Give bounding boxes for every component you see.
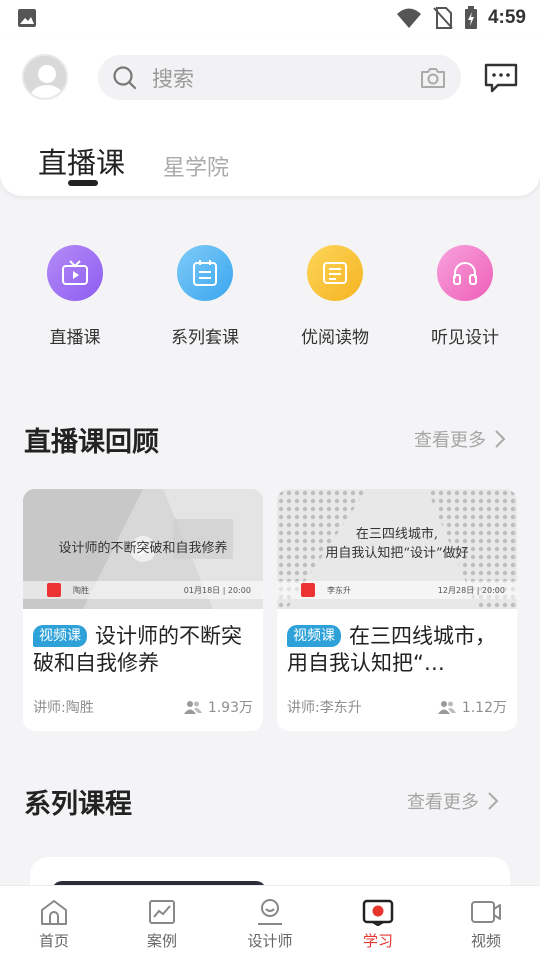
course-meta: 讲师:李东升 1.12万 xyxy=(287,697,507,717)
book-icon xyxy=(307,245,363,301)
series-more-link[interactable]: 查看更多 xyxy=(407,788,499,814)
more-label: 查看更多 xyxy=(414,430,486,451)
course-views: 1.93万 xyxy=(183,697,253,717)
video-course-badge: 视频课 xyxy=(33,625,87,647)
wifi-icon xyxy=(396,8,421,28)
quick-entry-label: 直播课 xyxy=(49,328,101,348)
video-icon xyxy=(471,901,501,923)
section-title-series: 系列课程 xyxy=(24,789,132,820)
message-icon[interactable] xyxy=(484,63,518,93)
course-views: 1.12万 xyxy=(437,697,507,717)
brand-logo-icon xyxy=(301,583,315,597)
course-view-count: 1.12万 xyxy=(461,700,507,716)
nav-item-cases[interactable]: 案例 xyxy=(108,886,216,960)
thumbnail-speaker: 陶胜 xyxy=(73,585,89,595)
nav-item-study[interactable]: 学习 xyxy=(324,886,432,960)
quick-entry-series[interactable]: 系列套课 xyxy=(150,245,260,348)
course-card[interactable]: 设计师的不断突破和自我修养 陶胜 01月18日 | 20:00 视频课 设计师的不… xyxy=(23,489,263,731)
thumbnail-footer: 陶胜 01月18日 | 20:00 xyxy=(23,581,263,599)
status-bar: 4:59 xyxy=(0,0,540,36)
course-thumbnail: 设计师的不断突破和自我修养 陶胜 01月18日 | 20:00 xyxy=(23,489,263,609)
brand-logo-icon xyxy=(47,583,61,597)
battery-charging-icon xyxy=(464,6,477,29)
thumbnail-speaker: 李东升 xyxy=(327,585,351,595)
search-icon xyxy=(113,65,137,89)
search-placeholder: 搜索 xyxy=(152,66,194,91)
avatar[interactable] xyxy=(22,54,68,100)
bottom-nav: 首页 案例 设计师 学习 视频 xyxy=(0,885,540,960)
live-review-more-link[interactable]: 查看更多 xyxy=(414,426,506,452)
quick-entry-reading[interactable]: 优阅读物 xyxy=(280,245,390,348)
user-icon xyxy=(258,899,282,925)
header: 搜索 直播课 星学院 xyxy=(0,36,540,196)
tv-icon xyxy=(47,245,103,301)
course-thumbnail: 在三四线城市, 用自我认知把“设计”做好 李东升 12月28日 | 20:00 xyxy=(277,489,517,609)
search-bar[interactable]: 搜索 xyxy=(98,55,461,100)
more-label: 查看更多 xyxy=(407,792,479,813)
nav-label: 学习 xyxy=(362,932,393,950)
course-meta: 讲师:陶胜 1.93万 xyxy=(33,697,253,717)
course-title: 视频课 在三四线城市， 用自我认知把“… xyxy=(277,609,517,679)
tab-bar: 直播课 星学院 xyxy=(38,140,229,186)
no-sim-icon xyxy=(433,7,453,29)
nav-label: 案例 xyxy=(146,932,177,950)
thumbnail-footer: 李东升 12月28日 | 20:00 xyxy=(277,581,517,599)
chart-icon xyxy=(149,900,175,924)
course-title: 视频课 设计师的不断突破和自我修养 xyxy=(23,609,263,679)
tab-label: 直播课 xyxy=(38,146,126,180)
tab-active-indicator xyxy=(68,180,98,186)
section-title-live-review: 直播课回顾 xyxy=(24,427,159,458)
quick-entries: 直播课 系列套课 优阅读物 听见设计 xyxy=(0,245,540,348)
camera-icon[interactable] xyxy=(419,66,447,90)
video-course-badge: 视频课 xyxy=(287,625,341,647)
thumbnail-title-line2: 用自我认知把“设计”做好 xyxy=(325,546,469,561)
quick-entry-label: 优阅读物 xyxy=(301,328,369,348)
default-avatar-icon xyxy=(24,56,66,98)
nav-item-video[interactable]: 视频 xyxy=(432,886,540,960)
course-view-count: 1.93万 xyxy=(207,700,253,716)
nav-item-home[interactable]: 首页 xyxy=(0,886,108,960)
course-teacher: 讲师:李东升 xyxy=(287,700,362,716)
thumbnail-title: 设计师的不断突破和自我修养 xyxy=(58,541,228,556)
home-icon xyxy=(41,900,67,925)
quick-entry-live-course[interactable]: 直播课 xyxy=(20,245,130,348)
thumbnail-title-line1: 在三四线城市, xyxy=(355,527,439,542)
nav-label: 设计师 xyxy=(247,932,293,950)
calendar-icon xyxy=(177,245,233,301)
users-icon xyxy=(183,701,202,714)
users-icon xyxy=(437,701,456,714)
chevron-right-icon xyxy=(495,430,506,448)
status-time: 4:59 xyxy=(487,7,526,28)
study-icon xyxy=(362,899,394,926)
tab-label: 星学院 xyxy=(163,156,230,181)
headphones-icon xyxy=(437,245,493,301)
tab-star-academy[interactable]: 星学院 xyxy=(163,150,229,182)
image-notification-icon xyxy=(18,9,36,27)
nav-label: 视频 xyxy=(470,932,501,950)
course-teacher: 讲师:陶胜 xyxy=(33,700,94,716)
quick-entry-listen[interactable]: 听见设计 xyxy=(410,245,520,348)
nav-label: 首页 xyxy=(38,932,69,950)
thumbnail-date: 12月28日 | 20:00 xyxy=(437,585,505,595)
chevron-right-icon xyxy=(488,792,499,810)
course-card[interactable]: 在三四线城市, 用自我认知把“设计”做好 李东升 12月28日 | 20:00 … xyxy=(277,489,517,731)
quick-entry-label: 系列套课 xyxy=(171,328,239,348)
quick-entry-label: 听见设计 xyxy=(431,328,499,348)
nav-item-designer[interactable]: 设计师 xyxy=(216,886,324,960)
tab-live-course[interactable]: 直播课 xyxy=(38,140,126,186)
thumbnail-date: 01月18日 | 20:00 xyxy=(183,585,251,595)
